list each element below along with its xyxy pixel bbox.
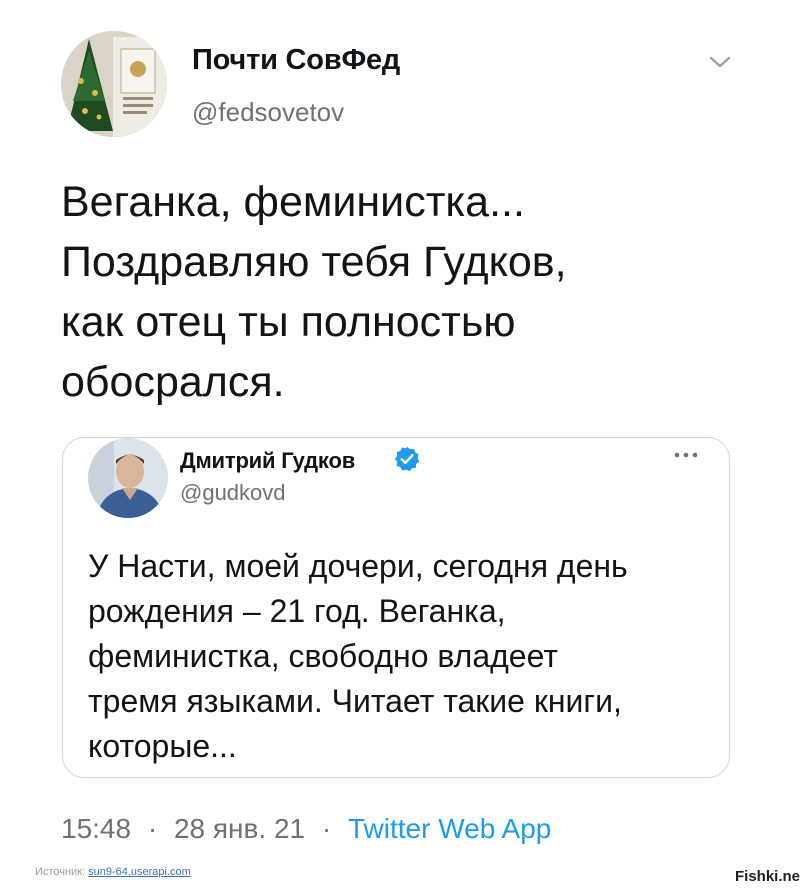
- image-source: Источник: sun9-64.userapi.com: [35, 866, 191, 878]
- more-dots-icon[interactable]: [671, 448, 701, 462]
- source-link[interactable]: sun9-64.userapi.com: [88, 866, 191, 878]
- tweet-source-app[interactable]: Twitter Web App: [348, 813, 551, 844]
- quoted-tweet-text: У Насти, моей дочери, сегодня день рожде…: [88, 548, 628, 764]
- tweet-meta: 15:48 · 28 янв. 21 · Twitter Web App: [61, 813, 551, 845]
- avatar-image: [61, 31, 167, 137]
- avatar-image: [88, 438, 168, 518]
- tweet-text: Веганка, феминистка... Поздравляю тебя Г…: [61, 178, 567, 406]
- source-label: Источник:: [35, 866, 86, 878]
- meta-separator: ·: [147, 813, 158, 844]
- author-display-name[interactable]: Почти СовФед: [192, 44, 400, 77]
- tweet-time[interactable]: 15:48: [61, 813, 131, 844]
- tweet-date[interactable]: 28 янв. 21: [174, 813, 305, 844]
- quoted-author-handle[interactable]: @gudkovd: [180, 480, 286, 506]
- quoted-tweet-card[interactable]: Дмитрий Гудков @gudkovd У Насти, моей до…: [62, 437, 730, 778]
- watermark: Fishki.net: [735, 868, 800, 885]
- quoted-author-name[interactable]: Дмитрий Гудков: [180, 448, 355, 474]
- chevron-down-icon[interactable]: [706, 52, 734, 72]
- author-handle[interactable]: @fedsovetov: [192, 97, 344, 128]
- fedsovet-avatar[interactable]: [61, 31, 167, 137]
- meta-separator: ·: [321, 813, 332, 844]
- gudkov-avatar[interactable]: [88, 438, 168, 518]
- verified-badge-icon: [394, 446, 420, 472]
